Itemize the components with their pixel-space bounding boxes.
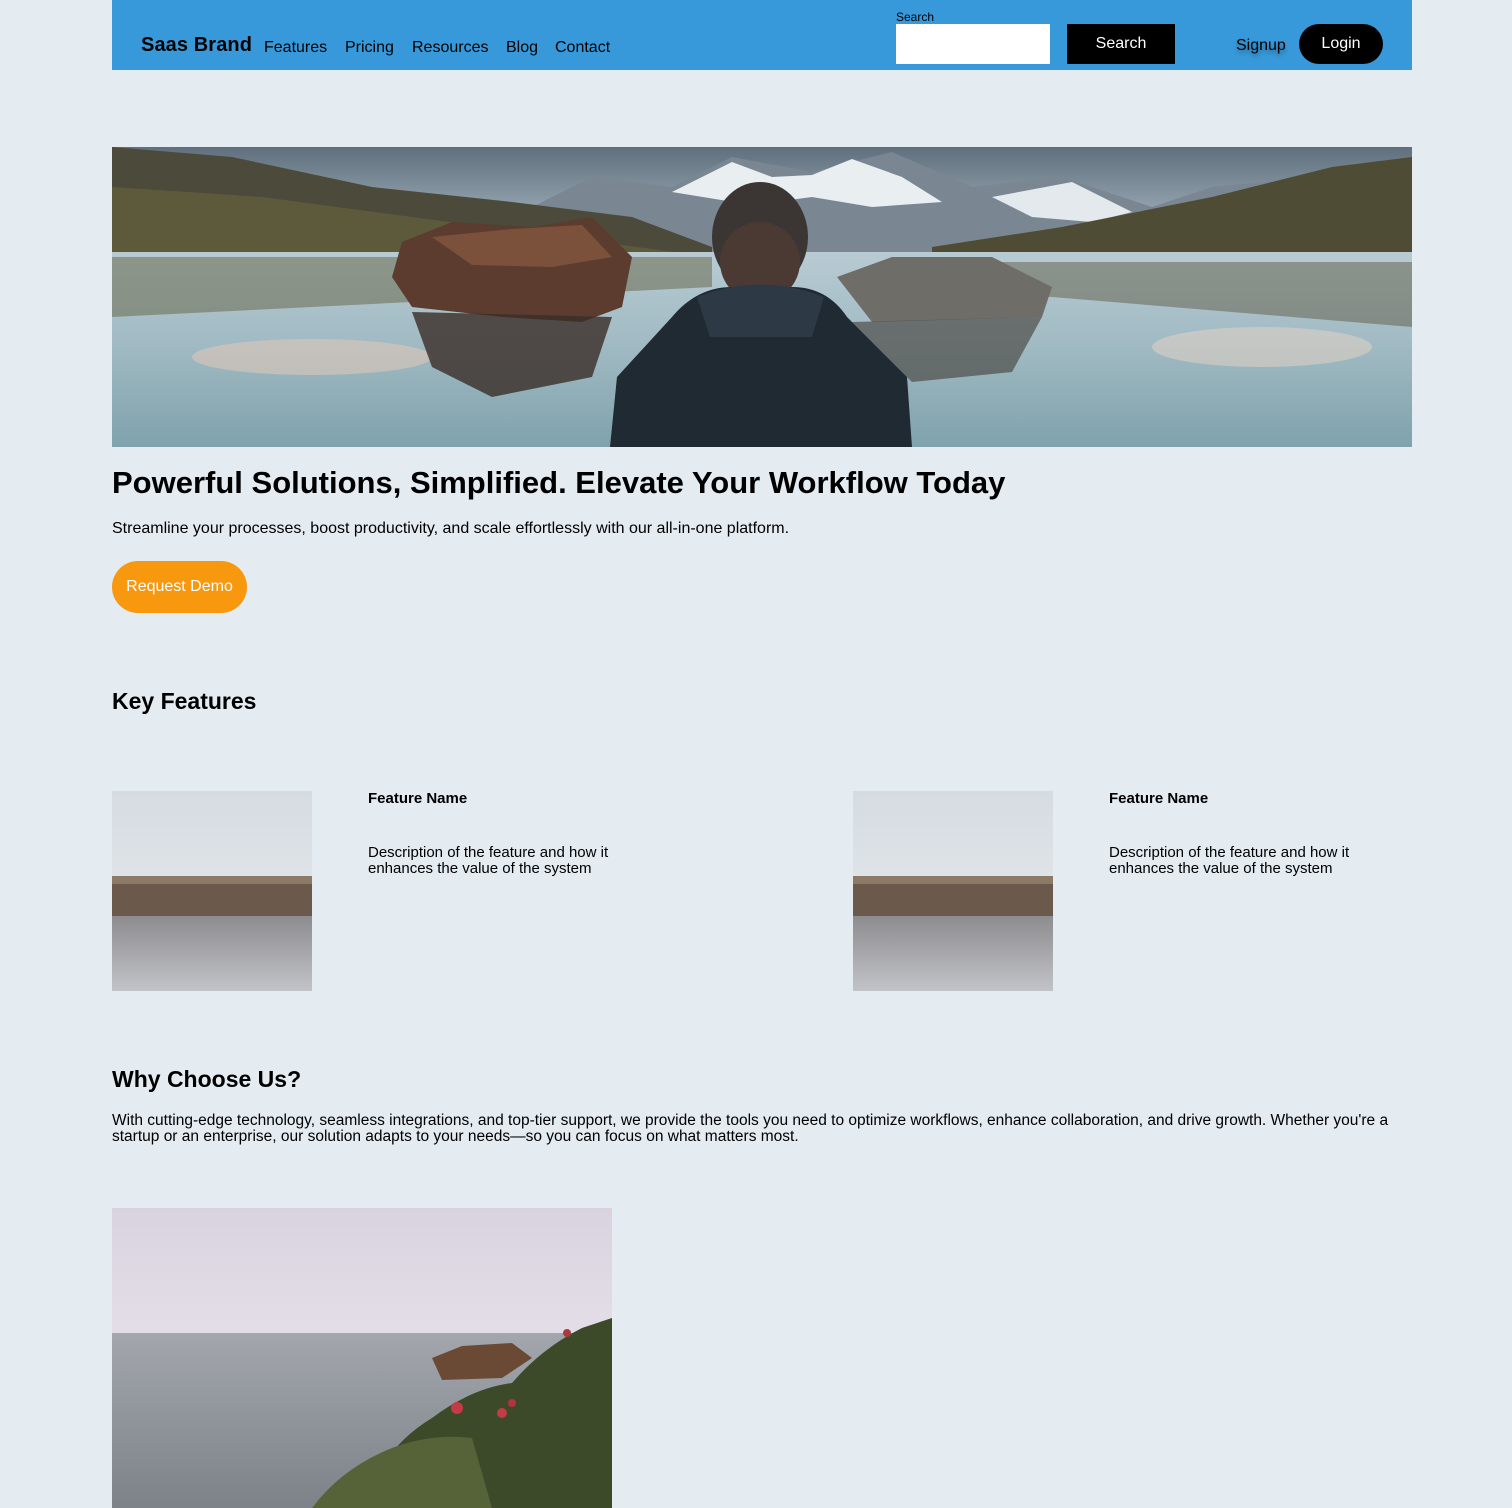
feature-name: Feature Name [368,790,468,807]
why-image [112,1208,612,1508]
hero-image [112,147,1412,447]
why-text: With cutting-edge technology, seamless i… [112,1112,1389,1145]
login-button[interactable]: Login [1299,24,1383,64]
search-label: Search [896,10,935,24]
search-input[interactable] [896,24,1050,64]
feature-image [112,791,312,991]
nav-link-contact[interactable]: Contact [555,39,610,57]
signup-link[interactable]: Signup [1236,37,1286,55]
hero-title: Powerful Solutions, Simplified. Elevate … [112,465,1006,500]
site-header: Saas Brand Features Pricing Resources Bl… [112,0,1412,70]
brand-logo[interactable]: Saas Brand [141,34,252,57]
nav-link-pricing[interactable]: Pricing [345,39,394,57]
search-button[interactable]: Search [1067,24,1175,64]
feature-name: Feature Name [1109,790,1209,807]
request-demo-button[interactable]: Request Demo [112,561,247,613]
nav-link-blog[interactable]: Blog [506,39,538,57]
hero-subtitle: Streamline your processes, boost product… [112,520,790,537]
feature-description: Description of the feature and how it en… [368,844,609,877]
nav-link-resources[interactable]: Resources [412,39,488,57]
nav-link-features[interactable]: Features [264,39,327,57]
features-title: Key Features [112,688,257,714]
why-title: Why Choose Us? [112,1066,302,1092]
feature-image [853,791,1053,991]
feature-description: Description of the feature and how it en… [1109,844,1350,877]
